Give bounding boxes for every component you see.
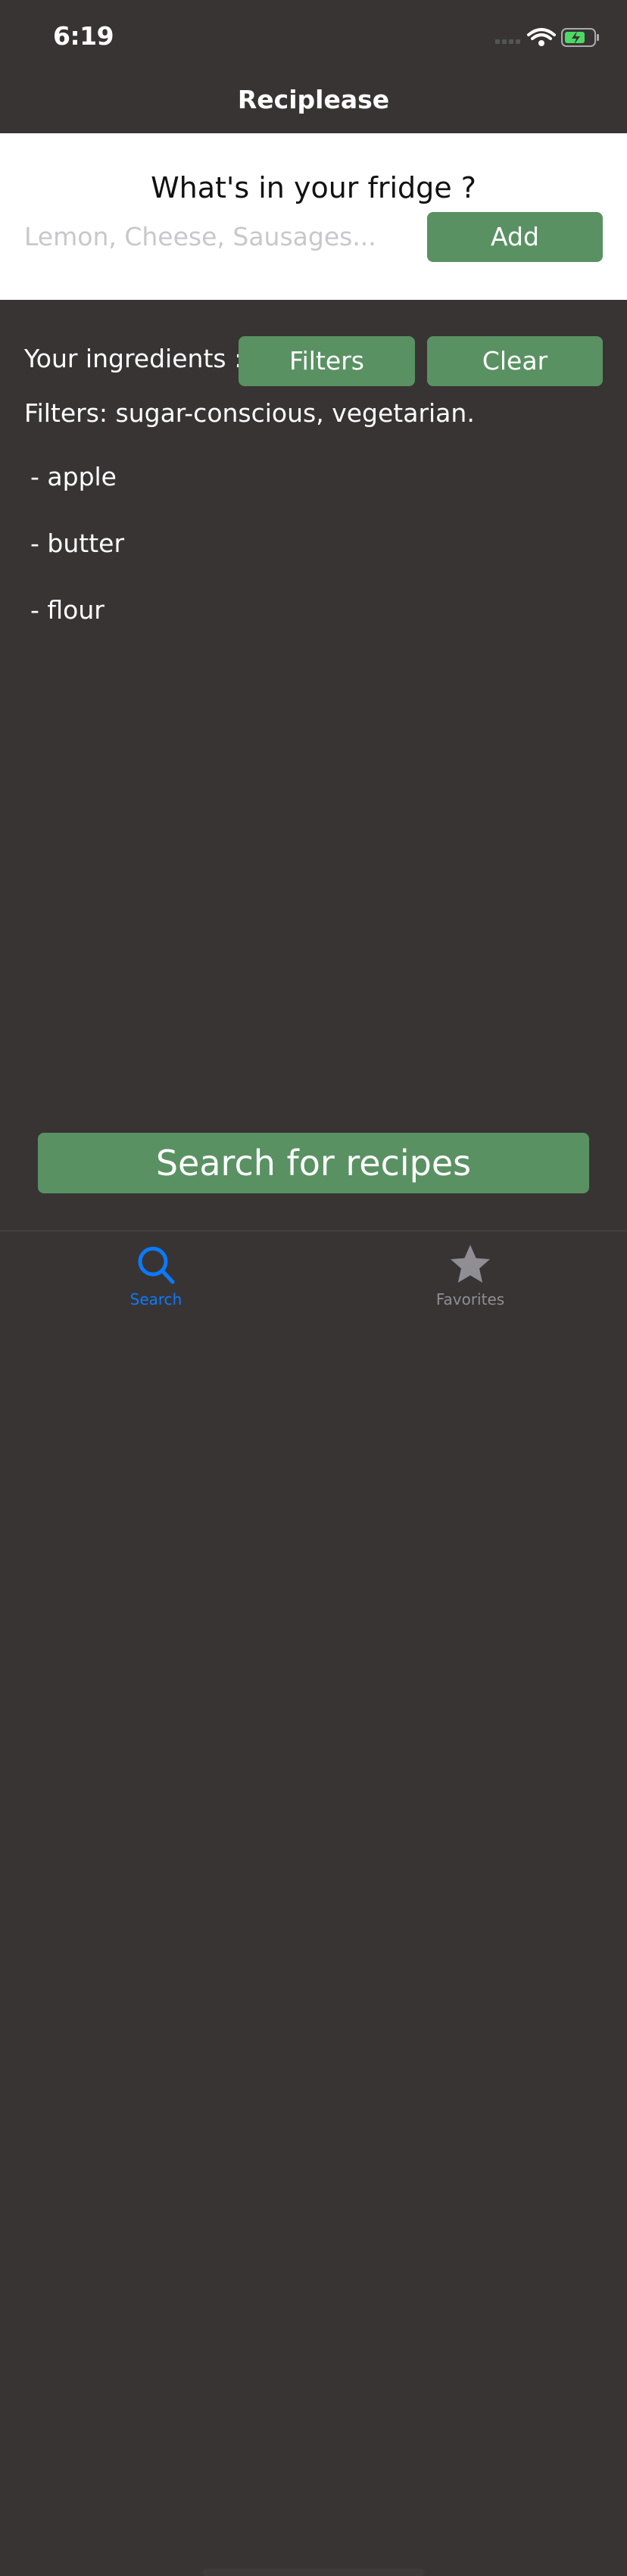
home-indicator[interactable] bbox=[202, 2568, 425, 2576]
star-icon bbox=[451, 1245, 490, 1283]
fridge-question: What's in your fridge ? bbox=[151, 171, 476, 204]
search-icon bbox=[138, 1246, 175, 1284]
ingredient-input[interactable] bbox=[24, 212, 403, 260]
status-time: 6:19 bbox=[53, 21, 114, 51]
filters-button[interactable]: Filters bbox=[239, 336, 415, 386]
tab-bar: Search Favorites bbox=[0, 1230, 627, 2576]
status-bar: 6:19 bbox=[0, 0, 627, 76]
active-filters-text: Filters: sugar-conscious, vegetarian. bbox=[24, 398, 475, 428]
status-icons bbox=[480, 27, 601, 48]
navigation-bar: Reciplease bbox=[0, 76, 627, 133]
list-item: - apple bbox=[30, 462, 117, 491]
tab-search-label: Search bbox=[129, 1290, 182, 1308]
tab-search[interactable]: Search bbox=[80, 1242, 232, 1308]
add-button[interactable]: Add bbox=[427, 212, 603, 262]
tab-favorites-label: Favorites bbox=[435, 1290, 505, 1308]
ingredients-label: Your ingredients : bbox=[24, 344, 243, 373]
signal-wifi-battery-icon bbox=[495, 28, 599, 47]
clear-button[interactable]: Clear bbox=[427, 336, 603, 386]
list-item: - butter bbox=[30, 529, 125, 558]
page-title: Reciplease bbox=[237, 85, 390, 114]
search-recipes-button[interactable]: Search for recipes bbox=[38, 1133, 589, 1193]
list-item: - flour bbox=[30, 595, 104, 625]
tab-favorites[interactable]: Favorites bbox=[395, 1242, 546, 1308]
ingredient-list: - apple - butter - flour bbox=[30, 460, 124, 660]
fridge-panel: What's in your fridge ? Add bbox=[0, 133, 627, 300]
